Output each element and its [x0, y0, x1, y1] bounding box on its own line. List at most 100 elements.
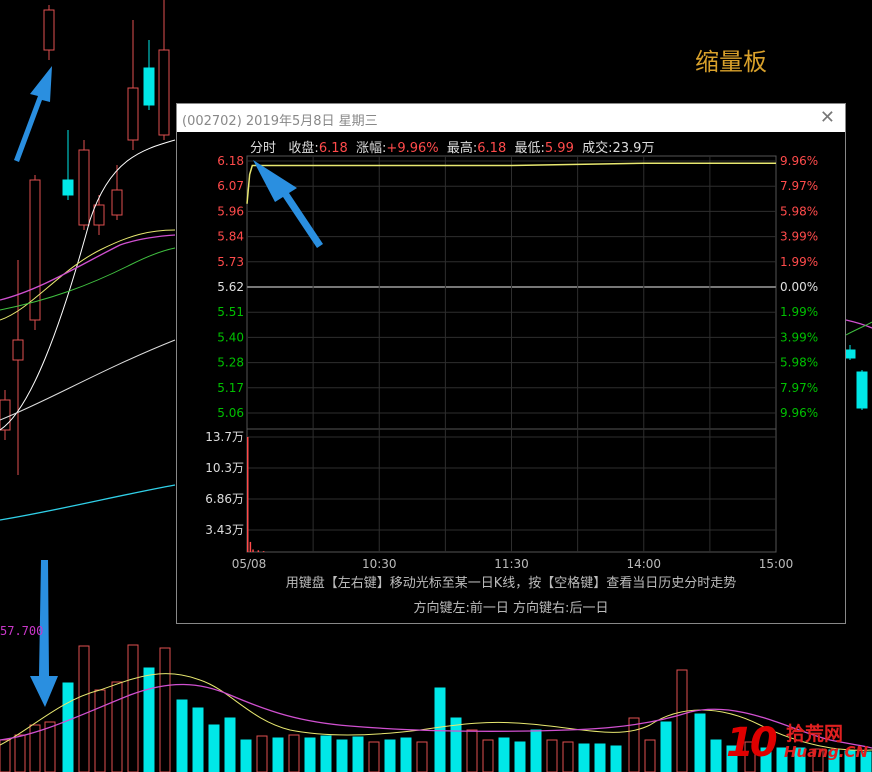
time-tick-label: 15:00 — [759, 557, 794, 571]
volume-bar — [0, 739, 11, 772]
price-tick-label: 5.28 — [217, 356, 244, 370]
volume-bar — [482, 739, 494, 772]
volume-bar — [384, 739, 396, 772]
volume-bar — [610, 745, 622, 772]
volume-bar — [660, 721, 672, 772]
candle-body — [29, 179, 41, 321]
volume-bar — [466, 729, 478, 772]
percent-tick-label: 7.97% — [780, 179, 818, 193]
intraday-popup[interactable]: (002702) 2019年5月8日 星期三 ✕ 分时 收盘:6.18 涨幅:+… — [176, 103, 846, 624]
price-tick-label: 5.62 — [217, 280, 244, 294]
candle-body — [93, 204, 105, 226]
volume-bar — [78, 645, 90, 772]
intraday-volume-bar — [257, 550, 260, 552]
volume-bar — [159, 647, 171, 772]
intraday-volume-bar — [262, 551, 265, 552]
volume-bar — [578, 743, 590, 772]
volume-bar — [336, 739, 348, 772]
site-watermark: 10 拾荒网 Huang.CN — [726, 718, 872, 772]
time-tick-label: 05/08 — [232, 557, 267, 571]
volume-bar — [44, 721, 56, 772]
intraday-volume-bar — [252, 549, 254, 552]
volume-bar — [62, 682, 74, 772]
background-label: 缩量板 — [695, 48, 767, 76]
volume-bar — [208, 724, 220, 772]
price-tick-label: 5.73 — [217, 255, 244, 269]
volume-bar — [111, 681, 123, 772]
volume-bar — [224, 717, 236, 772]
volume-bar — [644, 739, 656, 772]
price-tick-label: 5.51 — [217, 305, 244, 319]
percent-tick-label: 9.96% — [780, 406, 818, 420]
help-text-line2: 方向键左:前一日 方向键右:后一日 — [413, 601, 609, 616]
watermark-number: 10 — [726, 720, 778, 766]
volume-bar — [143, 667, 155, 772]
volume-bar — [127, 644, 139, 772]
volume-bar — [304, 737, 316, 772]
help-text-line1: 用键盘【左右键】移动光标至某一日K线，按【空格键】查看当日历史分时走势 — [285, 576, 737, 591]
candle-body — [143, 67, 155, 106]
percent-tick-label: 9.96% — [780, 154, 818, 168]
volume-bar — [94, 689, 106, 772]
volume-bar — [562, 741, 574, 772]
percent-tick-label: 3.99% — [780, 230, 818, 244]
percent-tick-label: 3.99% — [780, 330, 818, 344]
volume-bar — [192, 707, 204, 772]
volume-bar — [320, 735, 332, 772]
volume-tick-label: 3.43万 — [205, 523, 244, 537]
volume-bar — [14, 734, 26, 772]
percent-tick-label: 5.98% — [780, 356, 818, 370]
candle-body — [62, 179, 74, 196]
volume-bar — [514, 741, 526, 772]
volume-bar — [368, 741, 380, 772]
intraday-volume-bar — [247, 437, 249, 552]
percent-tick-label: 7.97% — [780, 381, 818, 395]
volume-bar — [240, 739, 252, 772]
percent-tick-label: 5.98% — [780, 204, 818, 218]
intraday-chart[interactable]: 6.18 9.96% 6.07 7.97% 5.96 5.98% 5.84 3.99% 5.73… — [177, 104, 845, 574]
price-tick-label: 5.84 — [217, 230, 244, 244]
volume-bar — [450, 717, 462, 772]
volume-tick-label: 10.3万 — [205, 461, 244, 475]
volume-bar — [694, 713, 706, 772]
candle-body — [12, 339, 24, 361]
watermark-english: Huang.CN — [784, 743, 869, 761]
volume-bar — [400, 737, 412, 772]
volume-bar — [352, 736, 364, 772]
volume-tick-label: 13.7万 — [205, 430, 244, 444]
candle-body — [158, 49, 170, 136]
intraday-volume-bar — [249, 541, 252, 552]
volume-bar — [288, 734, 300, 772]
volume-tick-label: 6.86万 — [205, 492, 244, 506]
volume-bar — [530, 729, 542, 772]
candle-body — [43, 9, 55, 51]
watermark-chinese: 拾荒网 — [786, 723, 844, 745]
candle-body — [127, 87, 139, 141]
price-tick-label: 6.07 — [217, 179, 244, 193]
candle-body — [78, 149, 90, 226]
indicator-value: 57.700 — [0, 624, 44, 638]
price-tick-label: 5.17 — [217, 381, 244, 395]
price-tick-label: 5.40 — [217, 330, 244, 344]
candle-body — [844, 349, 856, 359]
volume-bar — [416, 741, 428, 772]
volume-bar — [546, 739, 558, 772]
time-tick-label: 11:30 — [494, 557, 529, 571]
candle-body — [856, 371, 868, 409]
time-tick-label: 14:00 — [626, 557, 661, 571]
volume-bar — [256, 735, 268, 772]
price-tick-label: 5.06 — [217, 406, 244, 420]
percent-tick-label: 1.99% — [780, 305, 818, 319]
pointer-arrow-icon — [253, 160, 323, 248]
price-tick-label: 5.96 — [217, 204, 244, 218]
volume-bar — [710, 739, 722, 772]
volume-bar — [676, 669, 688, 772]
time-tick-label: 10:30 — [362, 557, 397, 571]
volume-bar — [498, 737, 510, 772]
volume-bar — [628, 717, 640, 772]
volume-bar — [272, 737, 284, 772]
percent-tick-label: 0.00% — [780, 280, 818, 294]
percent-tick-label: 1.99% — [780, 255, 818, 269]
arrow-up-icon — [14, 66, 52, 162]
volume-bar — [176, 699, 188, 772]
